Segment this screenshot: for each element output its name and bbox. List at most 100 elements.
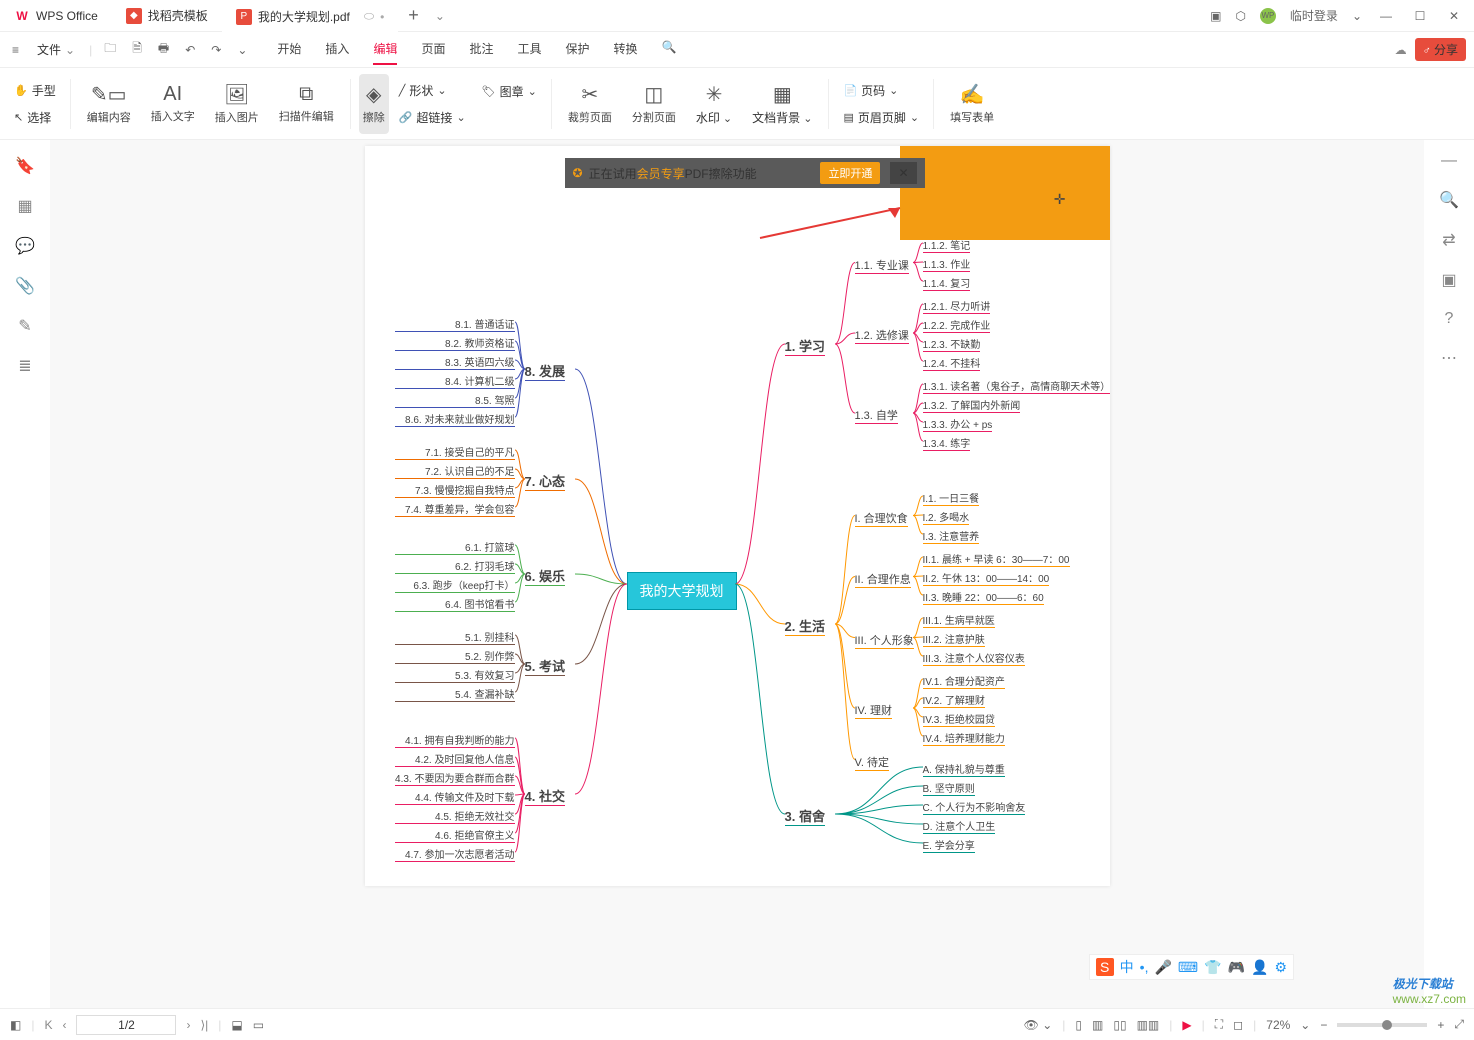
ime-settings-icon[interactable]: ⚙	[1274, 959, 1287, 976]
continuous-layout-icon[interactable]: ▥	[1092, 1018, 1103, 1032]
zoom-in-button[interactable]: +	[1437, 1018, 1444, 1032]
ime-user-icon[interactable]: 👤	[1251, 959, 1268, 976]
ime-mic-icon[interactable]: 🎤	[1154, 959, 1171, 976]
template-tab[interactable]: ◆ 找稻壳模板	[112, 0, 222, 32]
ime-punct-icon[interactable]: •,	[1140, 959, 1149, 975]
watermark-button[interactable]: ✳水印 ⌄	[688, 74, 740, 134]
zoom-slider[interactable]	[1337, 1023, 1427, 1027]
dropdown-icon[interactable]: ⌄	[233, 41, 251, 59]
new-tab-button[interactable]: +	[398, 5, 429, 26]
tab-menu-button[interactable]: ⌄	[429, 9, 451, 23]
page-input[interactable]	[76, 1015, 176, 1035]
page-num-button[interactable]: 📄 页码 ⌄	[843, 82, 898, 99]
print-icon[interactable]: 🖶	[154, 37, 173, 62]
prev-page-button[interactable]: ‹	[62, 1018, 66, 1032]
tab-annotate[interactable]: 批注	[469, 34, 493, 65]
first-page-button[interactable]: K	[44, 1018, 52, 1032]
minimize-button[interactable]: —	[1376, 9, 1396, 23]
ime-shirt-icon[interactable]: 👕	[1204, 959, 1221, 976]
ime-game-icon[interactable]: 🎮	[1228, 959, 1245, 976]
attachments-icon[interactable]: 📎	[15, 276, 35, 296]
login-dropdown-icon[interactable]: ⌄	[1352, 9, 1362, 23]
save-icon[interactable]: 🗎	[128, 37, 146, 62]
doc-bg-button[interactable]: ▦文档背景 ⌄	[744, 74, 820, 134]
split-page-button[interactable]: ◫分割页面	[624, 74, 684, 134]
package-icon[interactable]: ⬡	[1235, 9, 1245, 23]
login-text[interactable]: 临时登录	[1290, 7, 1338, 24]
fit-page-icon[interactable]: ▭	[253, 1018, 264, 1032]
single-layout-icon[interactable]: ▯	[1075, 1018, 1082, 1032]
fit-width-icon[interactable]: ⬓	[231, 1018, 242, 1032]
zoom-out-button[interactable]: −	[1320, 1018, 1327, 1032]
thumbnails-icon[interactable]: ▦	[17, 196, 32, 216]
erase-button[interactable]: ◈擦除	[359, 74, 389, 134]
tab-label: 我的大学规划.pdf	[258, 8, 350, 25]
open-icon[interactable]: 🗀	[100, 37, 120, 62]
header-footer-button[interactable]: ▤ 页眉页脚 ⌄	[843, 109, 919, 126]
fit-icon[interactable]: ◻	[1233, 1018, 1243, 1032]
banner-close-button[interactable]: ✕	[890, 162, 916, 184]
tab-convert[interactable]: 转换	[614, 34, 638, 65]
tab-tools[interactable]: 工具	[517, 34, 541, 65]
tab-insert[interactable]: 插入	[325, 34, 349, 65]
ime-s-icon[interactable]: S	[1096, 958, 1114, 976]
document-tab[interactable]: P 我的大学规划.pdf ⬭ •	[222, 0, 398, 32]
tab-start[interactable]: 开始	[277, 34, 301, 65]
upgrade-button[interactable]: 立即开通	[820, 162, 880, 184]
search-panel-icon[interactable]: 🔍	[1439, 190, 1459, 210]
ocr-icon[interactable]: ▣	[1441, 270, 1456, 290]
next-page-button[interactable]: ›	[186, 1018, 190, 1032]
edit-content-icon: ✎▭	[91, 82, 127, 107]
insert-image-button[interactable]: 🖼插入图片	[207, 74, 267, 134]
zoom-value[interactable]: 72%	[1266, 1018, 1290, 1032]
window-layout-icon[interactable]: ▣	[1210, 9, 1221, 23]
hyperlink-button[interactable]: 🔗 超链接 ⌄	[399, 109, 466, 126]
view-side-icon[interactable]: ◧	[10, 1018, 21, 1032]
fill-form-button[interactable]: ✍填写表单	[942, 74, 1002, 134]
redo-icon[interactable]: ↷	[207, 41, 225, 59]
ime-keyboard-icon[interactable]: ⌨	[1178, 959, 1198, 976]
minus-icon[interactable]: —	[1441, 152, 1457, 170]
stamp-button[interactable]: 🏷 图章 ⌄	[482, 83, 537, 100]
trial-banner: ✪ 正在试用会员专享PDF擦除功能 立即开通 ✕	[565, 158, 925, 188]
more-icon[interactable]: ⋯	[1441, 348, 1457, 368]
maximize-button[interactable]: ☐	[1410, 9, 1430, 23]
crop-page-button[interactable]: ✂裁剪页面	[560, 74, 620, 134]
share-button[interactable]: ♂ 分享	[1415, 38, 1466, 61]
play-icon[interactable]: ▶	[1182, 1018, 1191, 1032]
edit-content-button[interactable]: ✎▭编辑内容	[79, 74, 139, 134]
layers-icon[interactable]: ≣	[18, 356, 31, 376]
scan-edit-button[interactable]: ⧉扫描件编辑	[271, 74, 342, 134]
two-page-layout-icon[interactable]: ▯▯	[1113, 1018, 1126, 1032]
comments-icon[interactable]: 💬	[15, 236, 35, 256]
tab-protect[interactable]: 保护	[566, 34, 590, 65]
fullscreen-icon[interactable]: ⛶	[1215, 1017, 1223, 1032]
file-menu[interactable]: 文件⌄	[31, 39, 81, 60]
tab-edit[interactable]: 编辑	[373, 34, 397, 65]
translate-icon[interactable]: ⇄	[1442, 230, 1455, 250]
search-icon[interactable]: 🔍	[662, 34, 677, 65]
insert-text-button[interactable]: AI插入文字	[143, 74, 203, 134]
bookmark-icon[interactable]: 🔖	[15, 156, 35, 176]
signature-icon[interactable]: ✎	[18, 316, 31, 336]
last-page-button[interactable]: ⟩|	[200, 1018, 208, 1032]
hand-tool[interactable]: ✋ 手型	[14, 82, 56, 99]
shape-button[interactable]: ╱ 形状 ⌄	[399, 82, 447, 99]
menu-icon[interactable]: ≡	[8, 41, 23, 59]
statusbar: ◧ | K ‹ › ⟩| | ⬓ ▭ 👁 ⌄ | ▯ ▥ ▯▯ ▥▥ | ▶ |…	[0, 1008, 1474, 1040]
zoom-dropdown-icon[interactable]: ⌄	[1300, 1018, 1310, 1032]
erase-selection[interactable]: ✛	[900, 146, 1110, 240]
cloud-icon[interactable]: ☁	[1395, 43, 1407, 57]
close-button[interactable]: ✕	[1444, 9, 1464, 23]
avatar[interactable]: WP	[1260, 8, 1276, 24]
undo-icon[interactable]: ↶	[181, 41, 199, 59]
ime-lang[interactable]: 中	[1120, 957, 1134, 977]
app-tab[interactable]: W WPS Office	[0, 0, 112, 32]
expand-icon[interactable]: ⤢	[1454, 1017, 1464, 1032]
tab-page[interactable]: 页面	[421, 34, 445, 65]
ime-toolbar[interactable]: S 中 •, 🎤 ⌨ 👕 🎮 👤 ⚙	[1089, 954, 1294, 980]
two-continuous-layout-icon[interactable]: ▥▥	[1137, 1018, 1160, 1032]
help-icon[interactable]: ?	[1445, 310, 1454, 328]
select-tool[interactable]: ↖ 选择	[14, 109, 51, 126]
eye-icon[interactable]: 👁 ⌄	[1024, 1018, 1053, 1032]
